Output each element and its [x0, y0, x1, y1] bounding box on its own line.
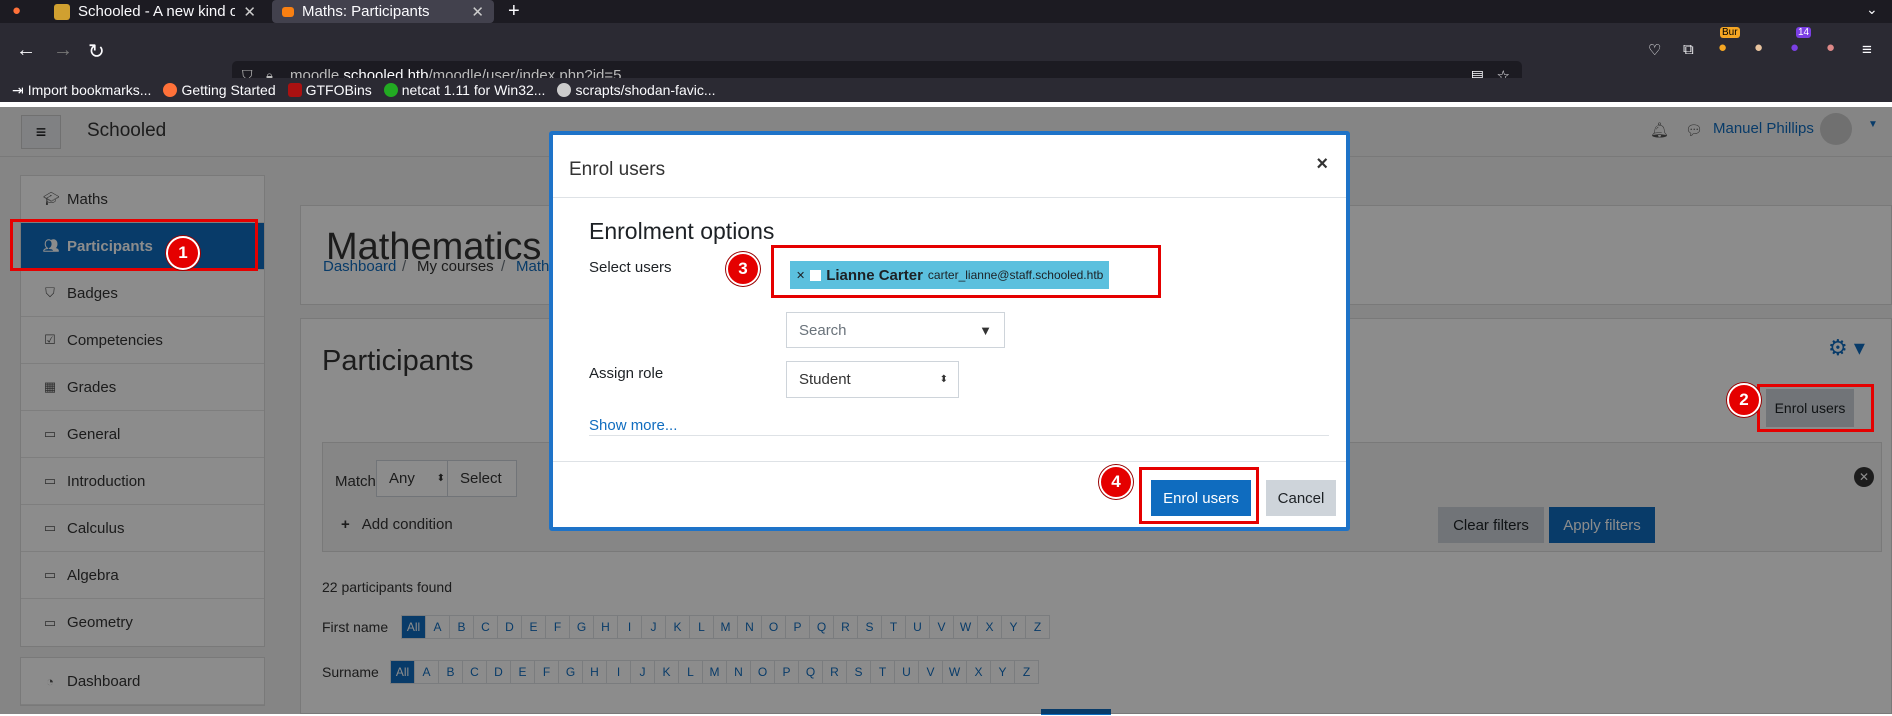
annotation-badge-3: 3: [726, 252, 760, 286]
extensions-icon[interactable]: ⧉: [1683, 41, 1694, 58]
schooled-favicon-icon: [54, 3, 70, 20]
github-icon: [557, 83, 572, 97]
bookmark-shodan[interactable]: scrapts/shodan-favic...: [557, 82, 716, 98]
bookmark-label: Import bookmarks...: [27, 82, 152, 98]
bookmark-netcat[interactable]: netcat 1.11 for Win32...: [383, 82, 546, 98]
back-icon[interactable]: ←: [16, 39, 36, 62]
role-select-value: Student: [799, 371, 851, 388]
firefox-icon: [163, 83, 178, 97]
burp-extension-icon[interactable]: ●: [1718, 39, 1727, 56]
close-tab-icon[interactable]: ✕: [471, 3, 484, 21]
annotation-box-2: [1757, 384, 1874, 432]
search-placeholder: Search: [799, 321, 847, 339]
pocket-icon[interactable]: ♡: [1648, 41, 1661, 59]
bookmark-label: Getting Started: [181, 82, 276, 98]
show-more-link[interactable]: Show more...: [589, 417, 677, 434]
annotation-box-3: [771, 245, 1161, 298]
purple-extension-icon[interactable]: ●: [1790, 39, 1799, 56]
new-tab-icon[interactable]: +: [508, 0, 520, 23]
tab-title: Schooled - A new kind of e: [78, 3, 236, 20]
bookmark-label: scrapts/shodan-favic...: [575, 82, 716, 98]
browser-tab-bar: ● Schooled - A new kind of e ✕ Maths: Pa…: [0, 0, 1892, 23]
dropdown-arrow-icon[interactable]: ▼: [979, 323, 992, 338]
modal-title: Enrol users: [569, 159, 666, 180]
assign-role-label: Assign role: [589, 365, 664, 382]
tab-title: Maths: Participants: [302, 3, 430, 20]
modal-footer-divider: [553, 461, 1346, 462]
gtfobins-icon: [287, 83, 302, 97]
annotation-badge-1: 1: [166, 236, 200, 270]
import-icon: ⇥: [12, 81, 24, 98]
show-more-divider: [589, 435, 1329, 436]
netcat-icon: [383, 83, 398, 97]
browser-navbar: ← → ↻ ⛉ 🔒︎ moodle. schooled.htb/moodle/us…: [0, 23, 1892, 90]
list-tabs-icon[interactable]: ⌄: [1866, 1, 1878, 18]
close-icon[interactable]: ×: [1316, 153, 1328, 176]
select-users-label: Select users: [589, 259, 672, 276]
annotation-badge-4: 4: [1099, 465, 1133, 499]
user-search-input[interactable]: Search ▼: [786, 312, 1005, 348]
close-tab-icon[interactable]: ✕: [243, 3, 256, 21]
annotation-box-1: [10, 219, 258, 271]
firefox-icon[interactable]: ●: [12, 2, 21, 19]
forward-icon[interactable]: →: [53, 39, 73, 62]
select-arrow-icon: ⬍: [939, 374, 948, 385]
extension-count-badge: 14: [1796, 27, 1812, 38]
tab-maths-participants[interactable]: Maths: Participants ✕: [272, 0, 494, 23]
cancel-button[interactable]: Cancel: [1266, 480, 1336, 516]
annotation-badge-2: 2: [1727, 383, 1761, 417]
bookmark-import[interactable]: ⇥ Import bookmarks...: [12, 82, 151, 99]
annotation-box-4: [1139, 467, 1259, 524]
tab-schooled[interactable]: Schooled - A new kind of e ✕: [44, 0, 266, 23]
bookmarks-bar: ⇥ Import bookmarks... Getting Started GTF…: [0, 78, 1892, 102]
modal-header-divider: [553, 197, 1346, 198]
moodle-favicon-icon: [282, 6, 294, 17]
enrolment-options-heading: Enrolment options: [589, 218, 775, 244]
reload-icon[interactable]: ↻: [88, 39, 105, 64]
bookmark-gtfobins[interactable]: GTFOBins: [287, 82, 372, 98]
paw-extension-icon[interactable]: ●: [1826, 39, 1835, 56]
bookmark-label: netcat 1.11 for Win32...: [401, 82, 546, 98]
face-extension-icon[interactable]: ●: [1754, 39, 1763, 56]
bookmark-getting-started[interactable]: Getting Started: [163, 82, 276, 98]
burp-badge: Bur: [1720, 27, 1740, 38]
bookmark-label: GTFOBins: [305, 82, 372, 98]
menu-icon[interactable]: ≡: [1862, 40, 1872, 60]
role-select[interactable]: Student ⬍: [786, 361, 959, 398]
